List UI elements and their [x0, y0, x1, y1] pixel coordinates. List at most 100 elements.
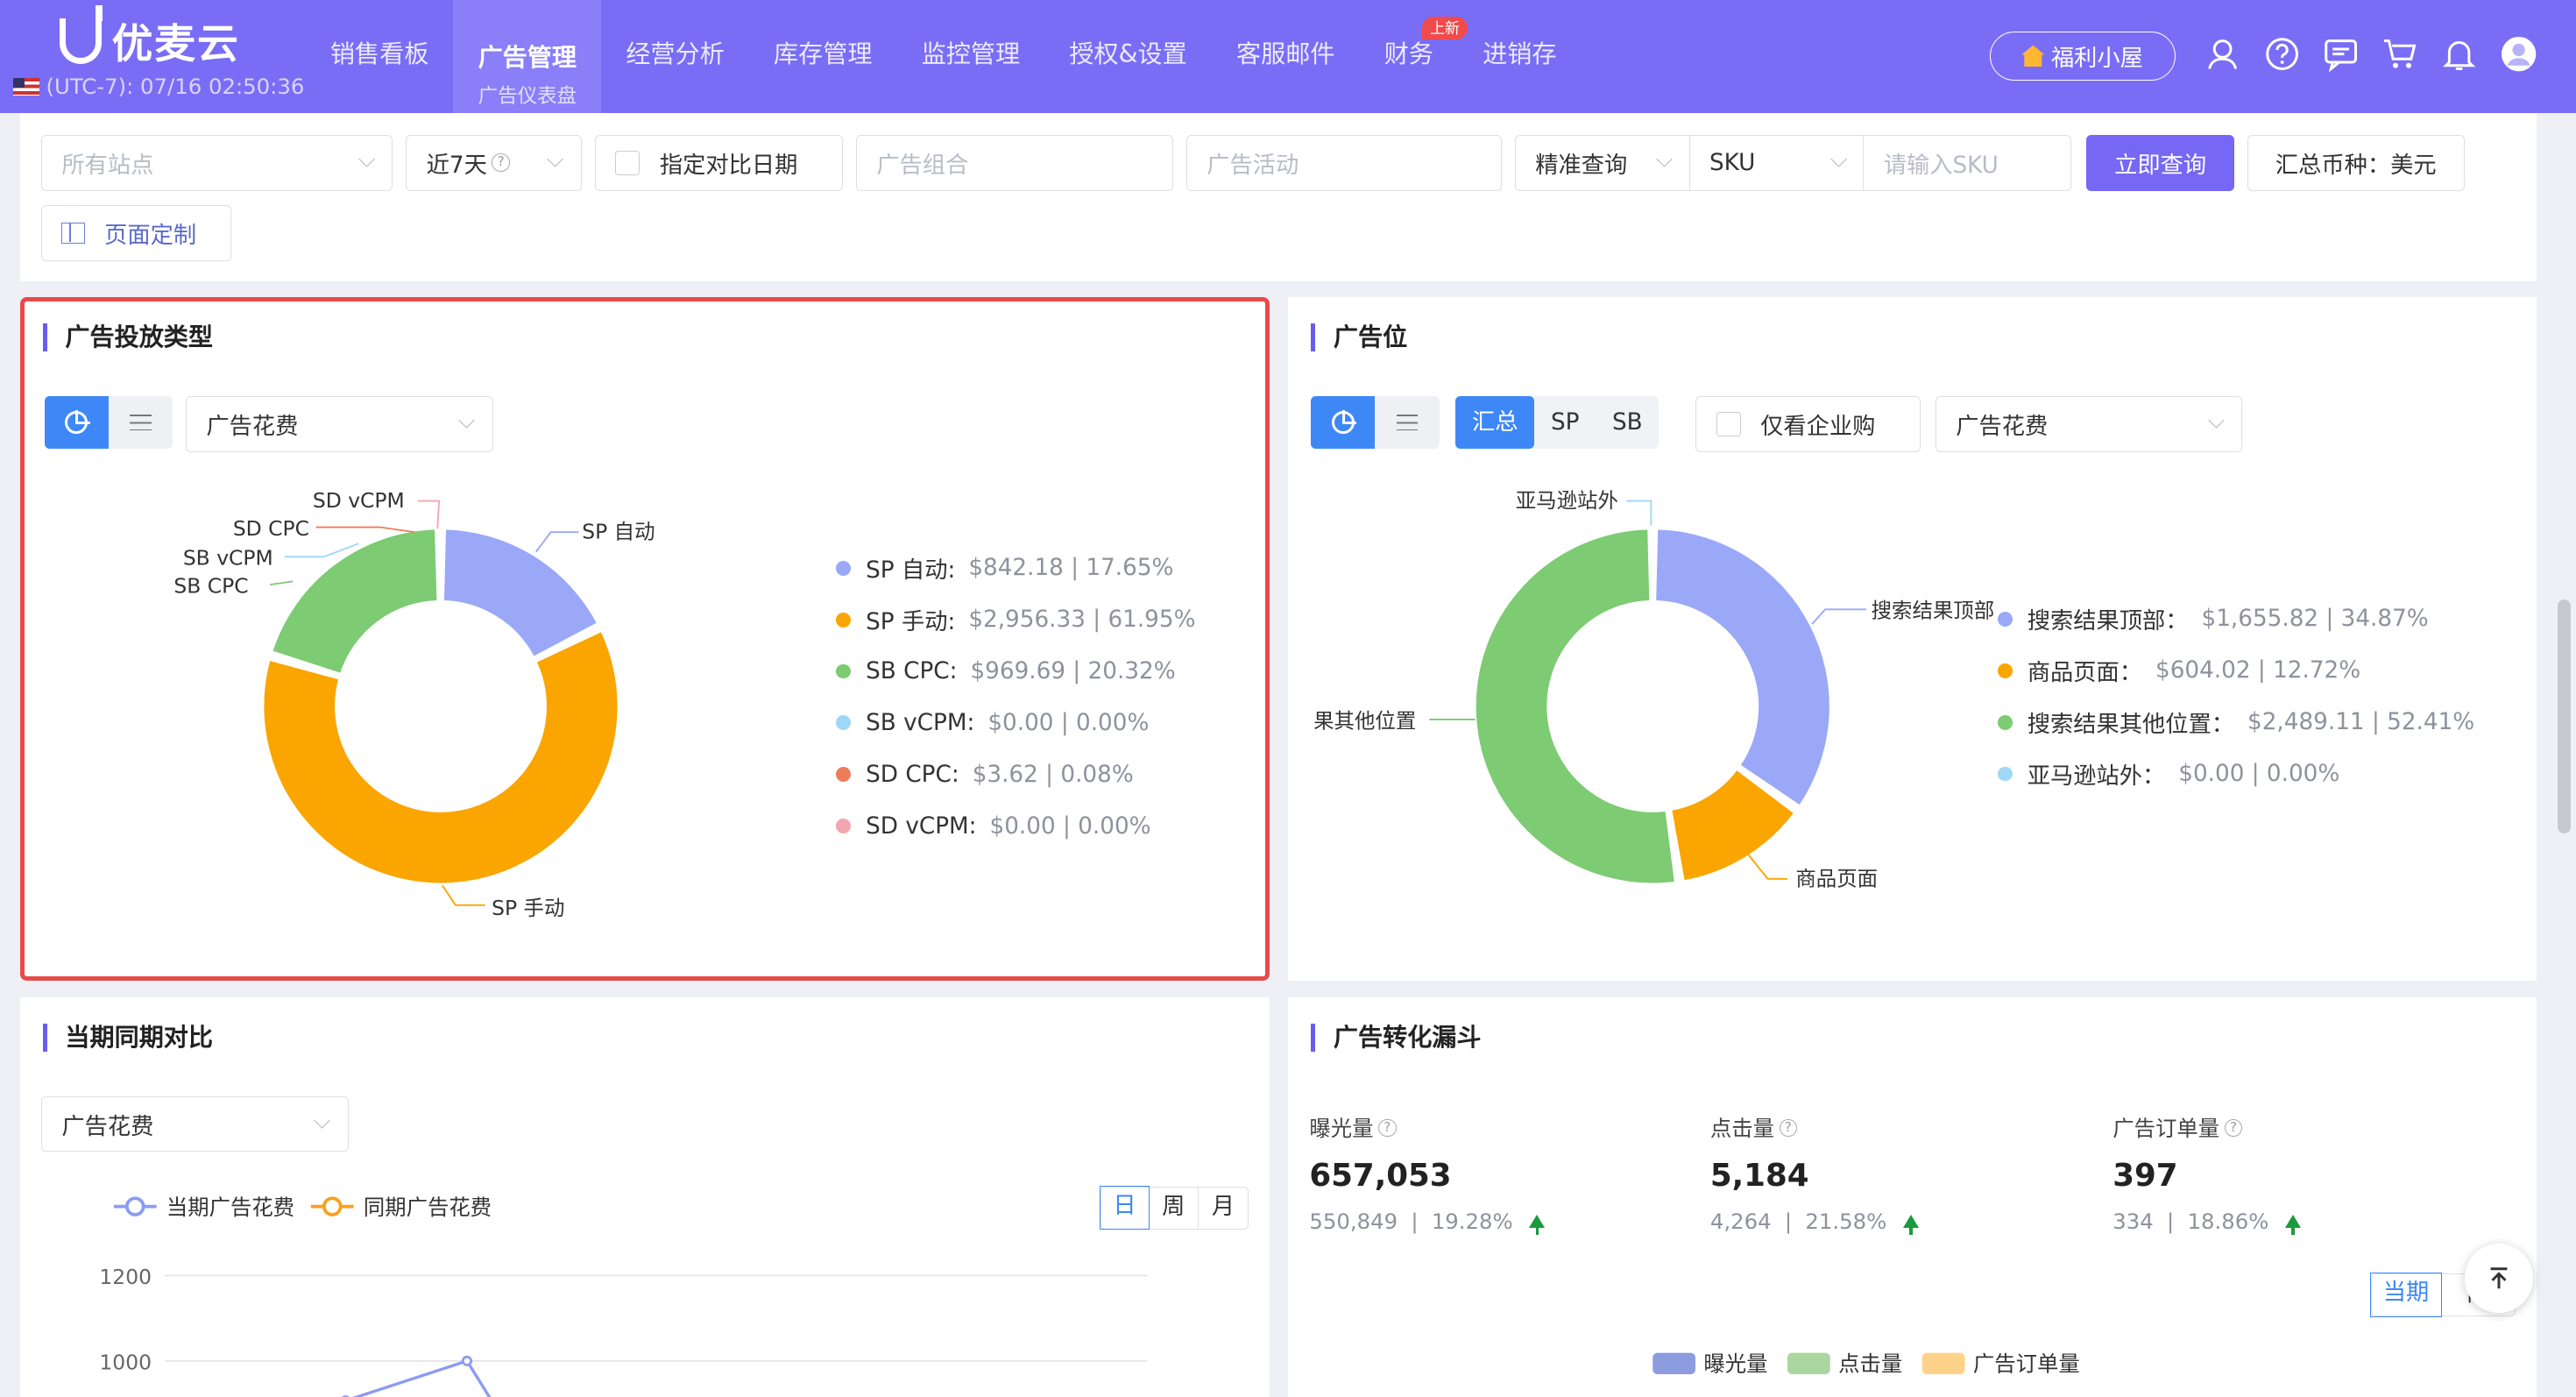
message-icon[interactable]	[2323, 36, 2359, 73]
arrow-up-icon	[1902, 1215, 1919, 1235]
legend-dot	[836, 612, 852, 628]
compare-date-checkbox[interactable]	[615, 150, 640, 175]
granularity-month[interactable]: 月	[1199, 1188, 1248, 1229]
nav-ad-management[interactable]: 广告管理 广告仪表盘	[453, 0, 602, 114]
donut-slice[interactable]	[442, 528, 598, 659]
donut-slice[interactable]	[270, 528, 438, 676]
period-metric-select[interactable]: 广告花费	[40, 1096, 349, 1152]
query-button[interactable]: 立即查询	[2086, 134, 2234, 191]
line-point[interactable]	[461, 1355, 472, 1366]
legend-item[interactable]: SP 手动: $2,956.33 | 61.95%	[836, 594, 1196, 646]
bell-icon[interactable]	[2441, 36, 2477, 72]
help-icon[interactable]: ?	[1779, 1118, 1798, 1138]
funnel-legend-item[interactable]: 广告订单量	[1921, 1351, 2080, 1376]
callout-label: SD CPC	[232, 516, 308, 541]
callout-line	[417, 500, 440, 529]
site-select[interactable]: 所有站点	[40, 134, 393, 191]
funnel-legend-item[interactable]: 曝光量	[1652, 1351, 1767, 1376]
nav-auth-settings[interactable]: 授权&设置	[1044, 0, 1212, 113]
nav-finance[interactable]: 财务 上新	[1360, 0, 1468, 113]
funnel-legend-item[interactable]: 点击量	[1787, 1351, 1902, 1376]
nav-purchase-sales-stock[interactable]: 进销存	[1458, 0, 1582, 113]
main-nav: 销售看板 广告管理 广告仪表盘 经营分析 库存管理 监控管理 授权&设置 客服邮…	[306, 0, 1582, 114]
nav-business-analysis[interactable]: 经营分析	[601, 0, 749, 113]
chevron-down-icon	[314, 1112, 330, 1130]
compare-date-toggle[interactable]: 指定对比日期	[594, 134, 843, 191]
legend-dot	[836, 560, 852, 576]
nav-sales-dashboard[interactable]: 销售看板	[306, 0, 454, 113]
granularity-day[interactable]: 日	[1100, 1185, 1150, 1230]
granularity-toggle: 日 周 月	[1100, 1185, 1249, 1230]
period-line-chart: 当期广告花费 同期广告花费 1200 1000	[99, 1195, 1147, 1397]
legend-item[interactable]: SP 自动: $842.18 | 17.65%	[836, 542, 1195, 594]
line-legend-item[interactable]: 当期广告花费	[113, 1195, 294, 1220]
page-scrollbar[interactable]	[2558, 599, 2572, 833]
avatar-icon[interactable]	[2501, 36, 2537, 72]
legend-value: $1,655.82 | 34.87%	[2201, 606, 2429, 633]
legend-item[interactable]: 搜索结果其他位置： $2,489.11 | 52.41%	[1998, 697, 2474, 748]
svg-text:点击量: 点击量	[1838, 1351, 1902, 1376]
arrow-to-top-icon	[2490, 1267, 2508, 1288]
legend-item[interactable]: 亚马逊站外： $0.00 | 0.00%	[1998, 748, 2474, 800]
date-range-select[interactable]: 近7天?	[406, 134, 582, 191]
search-field-select[interactable]: SKU	[1688, 134, 1865, 191]
ad-group-select[interactable]: 广告组合	[855, 134, 1173, 191]
customize-page-button[interactable]: 页面定制	[40, 205, 232, 262]
legend-item[interactable]: 搜索结果顶部： $1,655.82 | 34.87%	[1998, 593, 2474, 645]
house-icon	[2021, 45, 2045, 67]
donut-slice[interactable]	[1654, 528, 1831, 807]
kpi-value: 397	[2112, 1158, 2178, 1195]
line-legend-item[interactable]: 同期广告花费	[310, 1195, 492, 1220]
svg-text:同期广告花费: 同期广告花费	[363, 1195, 491, 1220]
cart-icon[interactable]	[2382, 36, 2418, 72]
callout-label: SP 手动	[492, 896, 564, 920]
y-tick-label: 1200	[99, 1264, 152, 1288]
y-tick-label: 1000	[99, 1350, 152, 1374]
callout-line	[1811, 608, 1866, 626]
chevron-down-icon	[2208, 412, 2225, 429]
legend-name: SP 手动:	[866, 609, 956, 636]
help-icon[interactable]: ?	[1378, 1118, 1397, 1138]
match-mode-select[interactable]: 精准查询	[1514, 134, 1691, 191]
donut-slice[interactable]	[262, 630, 619, 885]
funnel-title: 广告转化漏斗	[1311, 1024, 1482, 1052]
nav-monitoring[interactable]: 监控管理	[897, 0, 1045, 113]
legend-value: $2,956.33 | 61.95%	[968, 606, 1196, 634]
logo[interactable]: 优麦云	[59, 4, 240, 69]
legend-item[interactable]: SB vCPM: $0.00 | 0.00%	[836, 697, 1195, 748]
back-to-top-button[interactable]	[2464, 1244, 2534, 1314]
help-icon[interactable]	[2264, 36, 2300, 72]
legend-value: $969.69 | 20.32%	[970, 657, 1176, 684]
logo-text: 优麦云	[111, 20, 240, 69]
donut-slice[interactable]	[1474, 528, 1676, 885]
legend-dot	[1998, 714, 2013, 730]
legend-item[interactable]: 商品页面： $604.02 | 12.72%	[1998, 645, 2474, 697]
legend-name: SD vCPM:	[866, 812, 977, 840]
nav-customer-email[interactable]: 客服邮件	[1212, 0, 1360, 113]
svg-text:当期广告花费: 当期广告花费	[166, 1195, 294, 1220]
legend-item[interactable]: SD vCPM: $0.00 | 0.00%	[836, 800, 1195, 852]
help-icon[interactable]: ?	[2224, 1118, 2243, 1138]
currency-select[interactable]: 汇总币种：美元	[2247, 134, 2465, 191]
sku-input[interactable]: 请输入SKU	[1863, 134, 2072, 191]
nav-ad-management-sub: 广告仪表盘	[478, 84, 577, 108]
timezone-clock: (UTC-7): 07/16 02:50:36	[13, 74, 304, 99]
callout-line	[269, 580, 293, 586]
legend-name: SP 自动:	[866, 557, 956, 585]
legend-item[interactable]: SD CPC: $3.62 | 0.08%	[836, 748, 1195, 800]
nav-inventory[interactable]: 库存管理	[749, 0, 897, 113]
legend-name: SB CPC:	[866, 657, 958, 684]
welfare-button[interactable]: 福利小屋	[1989, 31, 2176, 81]
legend-item[interactable]: SB CPC: $969.69 | 20.32%	[836, 646, 1195, 698]
callout-line	[1626, 500, 1652, 526]
legend-value: $2,489.11 | 52.41%	[2247, 709, 2475, 736]
period-current[interactable]: 当期	[2369, 1273, 2443, 1317]
callout-line	[315, 526, 414, 534]
granularity-week[interactable]: 周	[1150, 1187, 1199, 1229]
user-support-icon[interactable]	[2204, 36, 2240, 72]
logo-icon	[59, 4, 103, 65]
legend-name: 商品页面：	[2027, 660, 2142, 687]
campaign-select[interactable]: 广告活动	[1185, 134, 1502, 191]
arrow-up-icon	[2285, 1215, 2302, 1235]
legend-dot	[836, 663, 852, 679]
